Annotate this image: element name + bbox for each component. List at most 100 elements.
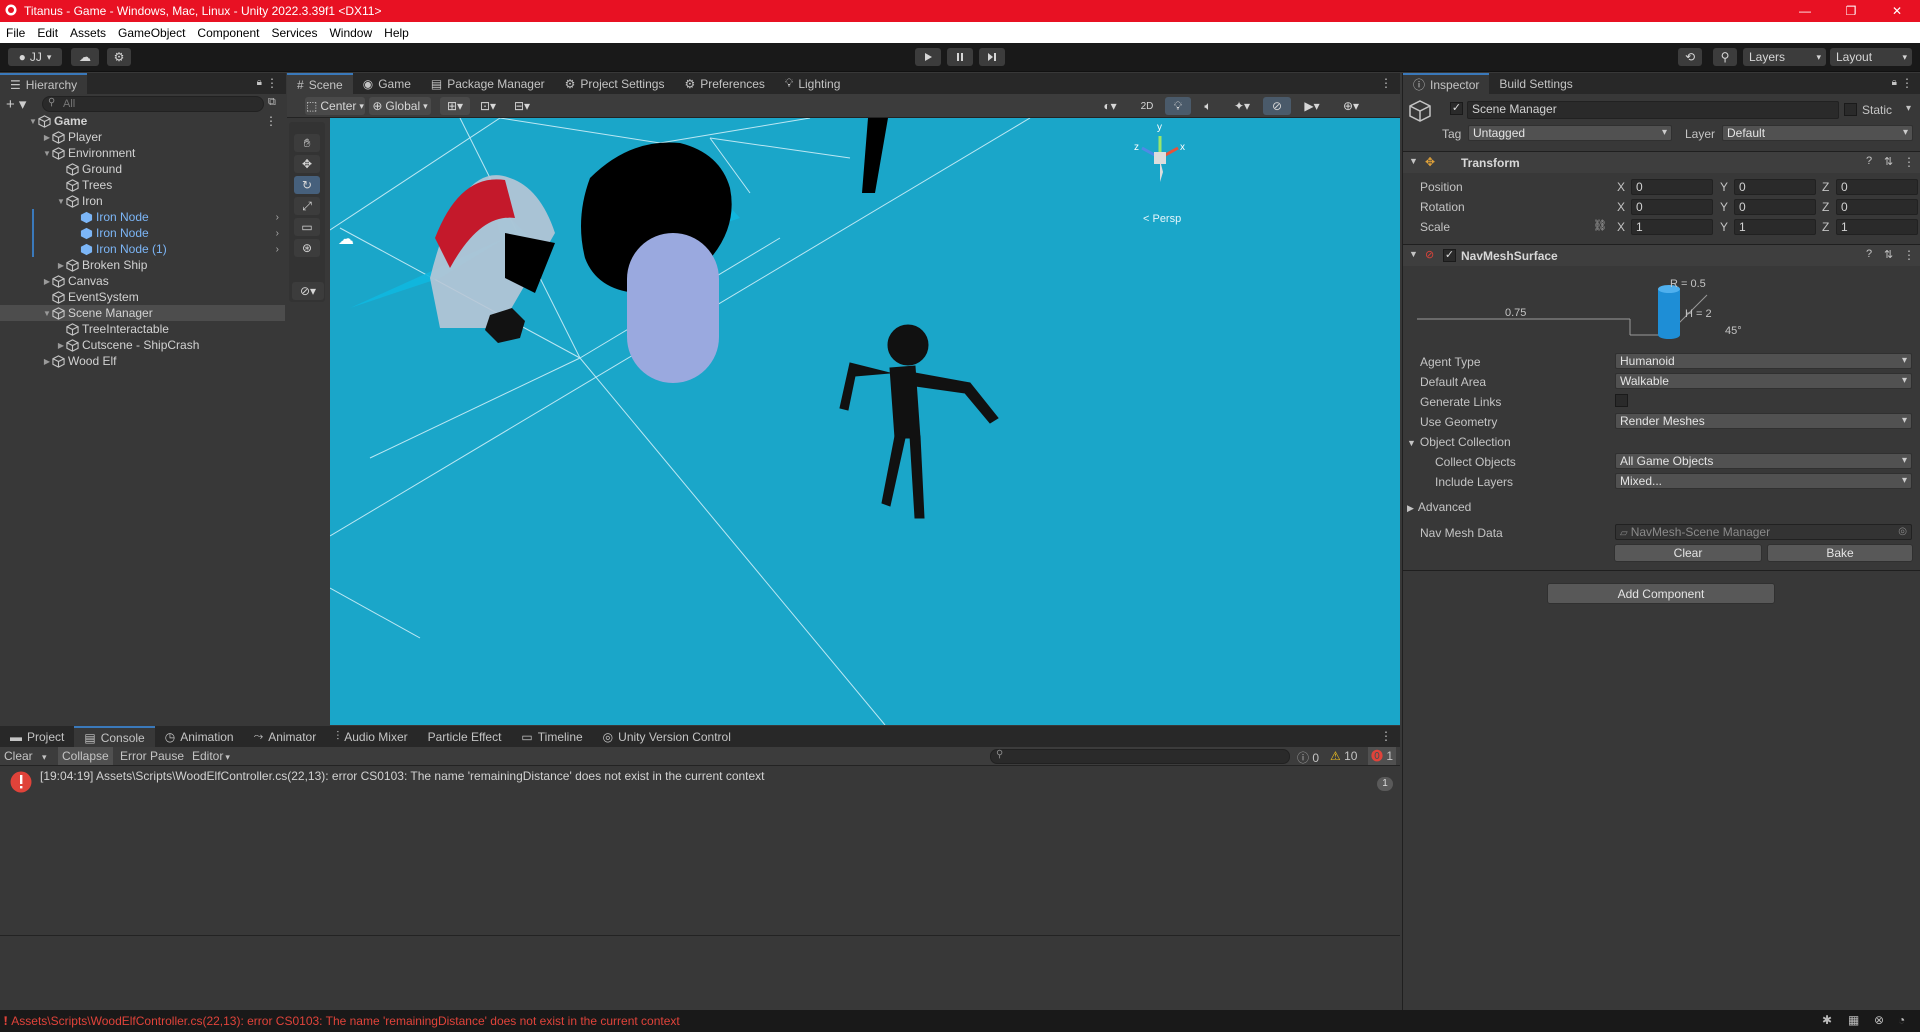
transform-rotation-z-field[interactable]: 0 xyxy=(1836,199,1918,215)
hierarchy-item[interactable]: TreeInteractable xyxy=(0,321,285,337)
draw-mode-dropdown[interactable]: ◐▾ xyxy=(1093,97,1127,115)
layer-dropdown[interactable]: Default xyxy=(1722,125,1913,141)
navmesh-surface-header[interactable]: ▼ ⊘ ✓ NavMeshSurface ? ⇅ ⋮ xyxy=(1403,244,1920,266)
tab-build-settings[interactable]: Build Settings xyxy=(1489,73,1582,94)
warning-count-toggle[interactable]: ⚠ 10 xyxy=(1330,749,1357,763)
menu-services[interactable]: Services xyxy=(265,26,323,40)
lighting-toggle[interactable]: 💡︎ xyxy=(1165,97,1191,115)
hierarchy-item[interactable]: ▶ Wood Elf xyxy=(0,353,285,369)
help-icon[interactable]: ? xyxy=(1866,248,1872,260)
snap-settings-button[interactable]: ⊟▾ xyxy=(507,97,537,115)
collapsed-arrow-icon[interactable]: ▶ xyxy=(56,341,66,350)
tab-timeline[interactable]: ▭ Timeline xyxy=(511,726,592,747)
lock-icon[interactable]: 🔒︎ xyxy=(1892,77,1897,88)
static-checkbox[interactable] xyxy=(1844,103,1857,116)
console-collapse-button[interactable]: Collapse xyxy=(58,747,113,765)
menu-edit[interactable]: Edit xyxy=(31,26,64,40)
object-collection-foldout[interactable]: ▼ Object Collection xyxy=(1407,435,1511,449)
move-tool-button[interactable]: ✥ xyxy=(294,155,320,173)
tab-scene[interactable]: # Scene xyxy=(287,73,353,94)
hierarchy-item[interactable]: ▼ Environment xyxy=(0,145,285,161)
more-options-icon[interactable]: ⋮ xyxy=(266,76,278,90)
projection-label[interactable]: < Persp xyxy=(1143,213,1181,225)
menu-help[interactable]: Help xyxy=(378,26,415,40)
foldout-arrow-icon[interactable]: ▼ xyxy=(1409,249,1418,259)
hierarchy-item[interactable]: ▶ Player xyxy=(0,129,285,145)
tab-lighting[interactable]: 💡︎ Lighting xyxy=(775,73,850,94)
more-options-icon[interactable]: ⋮ xyxy=(1903,248,1915,262)
search-by-type-icon[interactable]: ⧉ xyxy=(268,96,276,109)
tab-inspector[interactable]: ⓘ Inspector xyxy=(1403,73,1490,94)
more-options-icon[interactable]: ⋮ xyxy=(1380,76,1392,90)
console-editor-dropdown[interactable]: Editor ▾ xyxy=(192,749,230,763)
menu-window[interactable]: Window xyxy=(323,26,378,40)
collab-settings-button[interactable]: ⚙ xyxy=(107,48,131,66)
preset-icon[interactable]: ⇅ xyxy=(1884,248,1893,261)
menu-gameobject[interactable]: GameObject xyxy=(112,26,191,40)
hierarchy-item[interactable]: Iron Node (1) › xyxy=(0,241,285,257)
rotate-tool-button[interactable]: ↻ xyxy=(294,176,320,194)
transform-scale-x-field[interactable]: 1 xyxy=(1631,219,1713,235)
layout-dropdown[interactable]: Layout ▾ xyxy=(1830,48,1912,66)
tab-audio-mixer[interactable]: ⫶ Audio Mixer xyxy=(326,726,417,747)
transform-tool-button[interactable]: ⊛ xyxy=(294,239,320,257)
step-button[interactable] xyxy=(979,48,1005,66)
hierarchy-item[interactable]: Trees xyxy=(0,177,285,193)
hierarchy-item[interactable]: ▶ Cutscene - ShipCrash xyxy=(0,337,285,353)
tab-console[interactable]: ▤ Console xyxy=(74,726,155,747)
account-button[interactable]: ● JJ ▾ xyxy=(8,48,62,66)
hierarchy-item[interactable]: Iron Node › xyxy=(0,209,285,225)
transform-position-z-field[interactable]: 0 xyxy=(1836,179,1918,195)
network-icon[interactable]: ▦ xyxy=(1848,1013,1859,1027)
audio-toggle[interactable]: 🔈︎ xyxy=(1195,97,1221,115)
more-options-icon[interactable]: ⋮ xyxy=(1901,76,1913,90)
tab-project[interactable]: ▬ Project xyxy=(0,726,74,747)
scale-tool-button[interactable]: ⤢ xyxy=(294,197,320,215)
navmesh-clear-button[interactable]: Clear xyxy=(1614,544,1762,562)
object-picker-icon[interactable]: ◎ xyxy=(1898,525,1907,539)
more-options-icon[interactable]: ⋮ xyxy=(1380,729,1392,743)
include-layers-dropdown[interactable]: Mixed... xyxy=(1615,473,1912,489)
expanded-arrow-icon[interactable]: ▼ xyxy=(28,117,38,126)
collect-objects-dropdown[interactable]: All Game Objects xyxy=(1615,453,1912,469)
play-button[interactable] xyxy=(915,48,941,66)
console-entry[interactable]: [19:04:19] Assets\Scripts\WoodElfControl… xyxy=(0,766,1400,798)
status-message[interactable]: Assets\Scripts\WoodElfController.cs(22,1… xyxy=(11,1014,679,1028)
advanced-foldout[interactable]: ▶ Advanced xyxy=(1407,500,1471,514)
agent-type-dropdown[interactable]: Humanoid xyxy=(1615,353,1912,369)
transform-position-x-field[interactable]: 0 xyxy=(1631,179,1713,195)
expanded-arrow-icon[interactable]: ▼ xyxy=(42,309,52,318)
expanded-arrow-icon[interactable]: ▼ xyxy=(42,149,52,158)
tab-package-manager[interactable]: ▤ Package Manager xyxy=(421,73,555,94)
tab-project-settings[interactable]: ⚙ Project Settings xyxy=(555,73,675,94)
hierarchy-item[interactable]: ▼ Game ⋮ xyxy=(0,113,285,129)
hierarchy-item[interactable]: Ground xyxy=(0,161,285,177)
collapsed-arrow-icon[interactable]: ▶ xyxy=(42,277,52,286)
tab-hierarchy[interactable]: ☰ Hierarchy xyxy=(0,73,88,94)
layers-dropdown[interactable]: Layers ▾ xyxy=(1743,48,1826,66)
minimize-button[interactable]: — xyxy=(1782,0,1828,22)
transform-header[interactable]: ▼ ✥ Transform ? ⇅ ⋮ xyxy=(1403,151,1920,173)
foldout-arrow-icon[interactable]: ▼ xyxy=(1409,156,1418,166)
add-component-button[interactable]: Add Component xyxy=(1547,583,1775,604)
snap-increment-button[interactable]: ⊡▾ xyxy=(475,97,501,115)
hierarchy-item[interactable]: ▼ Iron xyxy=(0,193,285,209)
menu-assets[interactable]: Assets xyxy=(64,26,112,40)
hierarchy-item[interactable]: ▶ Canvas xyxy=(0,273,285,289)
scene-view[interactable]: ☁ y z x < Persp xyxy=(330,118,1400,725)
scene-visibility-toggle[interactable]: ⊘ xyxy=(1263,97,1291,115)
open-prefab-arrow-icon[interactable]: › xyxy=(276,212,279,223)
collapsed-arrow-icon[interactable]: ▶ xyxy=(42,357,52,366)
hand-tool-button[interactable]: ✋︎ xyxy=(294,134,320,152)
pivot-mode-dropdown[interactable]: ⬚ Center ▾ xyxy=(305,97,365,115)
open-prefab-arrow-icon[interactable]: › xyxy=(276,228,279,239)
rect-tool-button[interactable]: ▭ xyxy=(294,218,320,236)
bug-icon[interactable]: ✱ xyxy=(1822,1013,1832,1027)
console-search-input[interactable]: ⚲ xyxy=(990,749,1290,764)
debug-icon[interactable]: ⊗ xyxy=(1874,1013,1884,1027)
tab-animator[interactable]: ⤳ Animator xyxy=(244,726,327,747)
more-options-icon[interactable]: ⋮ xyxy=(1903,155,1915,169)
close-button[interactable]: ✕ xyxy=(1874,0,1920,22)
hierarchy-item[interactable]: Iron Node › xyxy=(0,225,285,241)
generate-links-checkbox[interactable] xyxy=(1615,394,1628,407)
